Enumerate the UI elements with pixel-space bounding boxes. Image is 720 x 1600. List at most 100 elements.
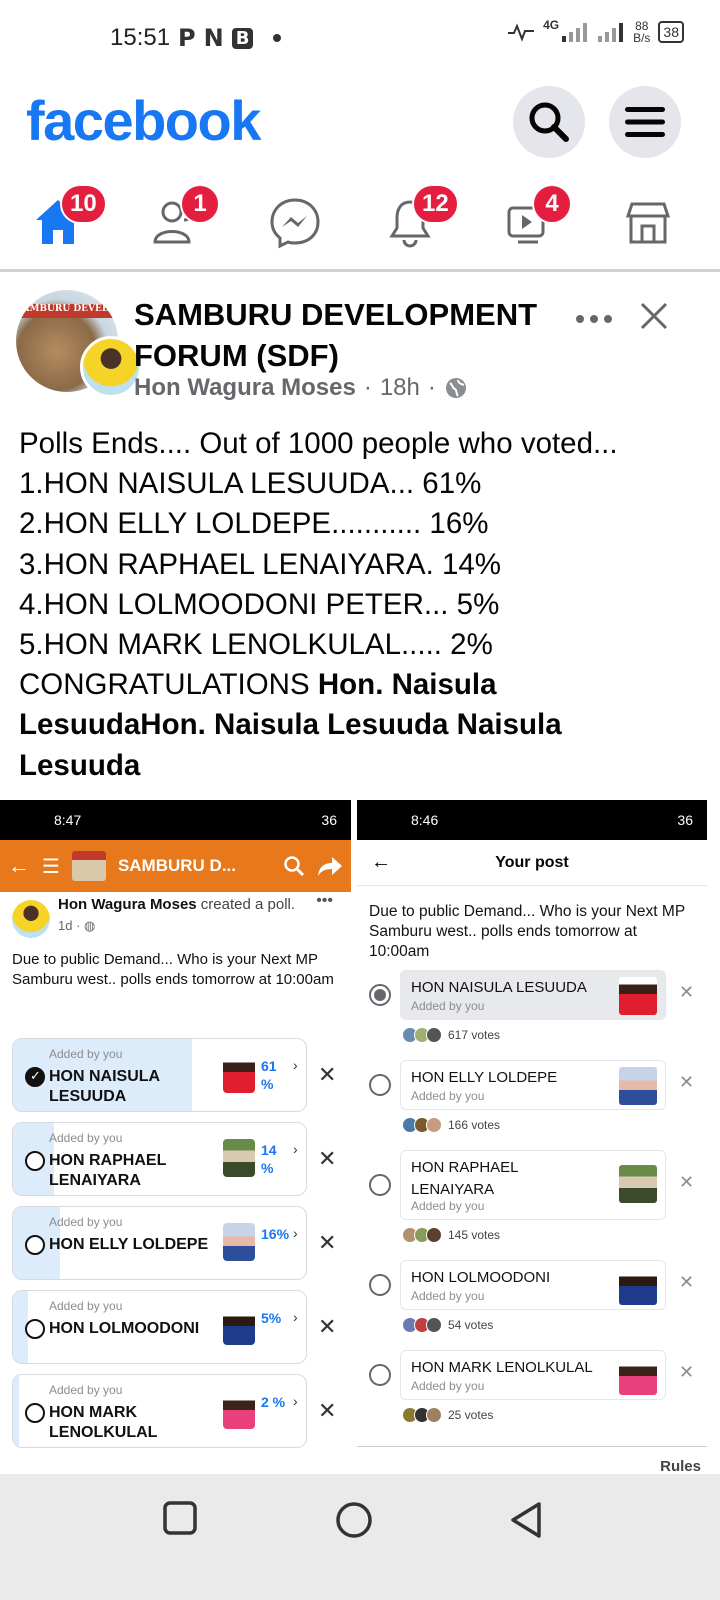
candidate-photo xyxy=(619,977,657,1015)
option-name: HON LOLMOODONI xyxy=(49,1319,199,1339)
post-line: 4.HON LOLMOODONI PETER... 5% xyxy=(19,587,500,621)
image-status-bar: 8:46 36 xyxy=(357,800,707,840)
more-icon: ••• xyxy=(316,892,333,909)
divider xyxy=(357,1446,707,1447)
added-by: Added by you xyxy=(49,1383,123,1397)
radio-icon xyxy=(369,1274,391,1296)
home-button[interactable] xyxy=(334,1500,374,1545)
chevron-right-icon: › xyxy=(293,1225,298,1241)
hide-post-button[interactable] xyxy=(638,300,670,337)
divider xyxy=(0,269,720,272)
option-name-line: LENOLKULAL xyxy=(49,1424,158,1441)
option-name: HON ELLY LOLDEPE xyxy=(49,1235,208,1255)
remove-option-icon: ✕ xyxy=(679,1272,695,1292)
post-line: 3.HON RAPHAEL LENAIYARA. 14% xyxy=(19,547,502,581)
candidate-photo xyxy=(223,1223,255,1261)
back-arrow-icon: ← xyxy=(8,853,30,878)
mention-link[interactable]: Hon. Naisula xyxy=(318,668,497,701)
remove-option-icon: ✕ xyxy=(679,982,695,1002)
vote-count: 25 votes xyxy=(402,1407,493,1423)
chevron-right-icon: › xyxy=(293,1393,298,1409)
option-name-line: LESUUDA xyxy=(49,1088,127,1105)
candidate-photo xyxy=(619,1267,657,1305)
poll-option: Added by you HON ELLY LOLDEPE 16% › xyxy=(12,1206,307,1280)
tab-friends[interactable]: 1 xyxy=(148,184,220,250)
notification-n-icon: N xyxy=(203,24,224,52)
candidate-photo xyxy=(619,1067,657,1105)
added-by: Added by you xyxy=(411,999,485,1013)
voter-avatars xyxy=(402,1227,442,1243)
option-name: HON MARK LENOLKULAL xyxy=(411,1359,593,1376)
post-line: 2.HON ELLY LOLDEPE........... 16% xyxy=(19,507,489,541)
post-text: Polls Ends.... Out of 1000 people who vo… xyxy=(19,424,709,786)
radio-icon xyxy=(25,1235,45,1255)
poll-question: Due to public Demand... Who is your Next… xyxy=(369,903,685,960)
post-image-right[interactable]: 8:46 36 ← Your post Due to public Demand… xyxy=(357,800,707,1476)
poll-option: HON NAISULA LESUUDA Added by you xyxy=(400,970,666,1020)
added-by: Added by you xyxy=(49,1215,123,1229)
marketplace-icon xyxy=(625,202,671,244)
remove-option-icon: ✕ xyxy=(679,1362,695,1382)
tab-notifications[interactable]: 12 xyxy=(384,184,459,250)
post-time[interactable]: 18h xyxy=(380,374,420,402)
globe-icon xyxy=(445,378,466,398)
option-percent: 5% xyxy=(261,1310,282,1326)
mention-link[interactable]: Lesuuda xyxy=(19,749,140,782)
option-name: HON NAISULA LESUUDA xyxy=(411,979,587,996)
post-line: CONGRATULATIONS Hon. Naisula xyxy=(19,665,709,705)
post-author[interactable]: Hon Wagura Moses xyxy=(134,374,356,402)
page-avatar[interactable]: SAMBURU DEVELOPMENT FORUM xyxy=(16,290,142,398)
mention-link[interactable]: LesuudaHon. Naisula Lesuuda Naisula xyxy=(19,708,562,741)
added-by: Added by you xyxy=(49,1047,123,1061)
candidate-photo xyxy=(619,1357,657,1395)
vote-count-text: 145 votes xyxy=(448,1228,501,1242)
tab-home[interactable]: 10 xyxy=(30,184,107,250)
net-speed: 88 B/s xyxy=(633,20,650,44)
menu-button[interactable] xyxy=(609,86,681,158)
radio-icon xyxy=(369,1074,391,1096)
more-options-button[interactable] xyxy=(574,300,614,334)
image-app-bar: ← Your post xyxy=(357,840,707,886)
watch-badge: 4 xyxy=(532,184,572,224)
group-logo xyxy=(71,851,106,881)
poll-action: created a poll. xyxy=(196,896,296,913)
added-by: Added by you xyxy=(411,1089,485,1103)
congrats-text: CONGRATULATIONS xyxy=(19,668,318,702)
vote-count: 617 votes xyxy=(402,1027,500,1043)
status-right: 4G 88 B/s 38 xyxy=(507,18,684,44)
candidate-photo xyxy=(223,1391,255,1429)
radio-icon xyxy=(369,1174,391,1196)
notifications-badge: 12 xyxy=(412,184,459,224)
share-icon xyxy=(318,857,342,876)
search-icon xyxy=(284,856,305,877)
meta-separator: · xyxy=(427,374,436,401)
tab-watch[interactable]: 4 xyxy=(502,184,572,250)
option-percent: 14 % xyxy=(261,1142,277,1176)
option-name-line: HON ELLY LOLDEPE xyxy=(49,1236,209,1253)
image-battery: 36 xyxy=(321,812,337,828)
radio-selected-icon xyxy=(369,984,391,1006)
poll-option: Added by you HON NAISULA LESUUDA 61 % › xyxy=(12,1038,307,1112)
search-button[interactable] xyxy=(513,86,585,158)
search-icon xyxy=(529,102,569,142)
recent-apps-button[interactable] xyxy=(162,1500,198,1541)
image-app-title: Your post xyxy=(495,853,569,871)
image-status-time: 8:46 xyxy=(411,812,439,828)
post-image-left[interactable]: 8:47 36 ← ☰ SAMBURU D... Hon Wagura Mose… xyxy=(0,800,351,1476)
facebook-logo[interactable]: facebook xyxy=(26,88,261,153)
square-icon xyxy=(163,1501,197,1535)
added-by: Added by you xyxy=(411,1199,485,1213)
remove-option-icon: ✕ xyxy=(679,1072,695,1092)
tab-marketplace[interactable] xyxy=(620,190,680,250)
poll-option: HON ELLY LOLDEPE Added by you xyxy=(400,1060,666,1110)
tab-messenger[interactable] xyxy=(266,190,326,250)
back-button[interactable] xyxy=(508,1500,544,1545)
globe-icon: ◍ xyxy=(84,918,96,933)
page-name[interactable]: SAMBURU DEVELOPMENT FORUM (SDF) xyxy=(134,294,554,376)
post-line: Polls Ends.... Out of 1000 people who vo… xyxy=(19,427,618,460)
image-status-time: 8:47 xyxy=(54,812,82,828)
remove-option-icon: ✕ xyxy=(318,1398,337,1423)
option-name: HON RAPHAEL LENAIYARA xyxy=(49,1151,166,1191)
option-name: HON LOLMOODONI xyxy=(411,1269,551,1286)
tab-bar: 10 1 12 4 xyxy=(0,180,720,268)
